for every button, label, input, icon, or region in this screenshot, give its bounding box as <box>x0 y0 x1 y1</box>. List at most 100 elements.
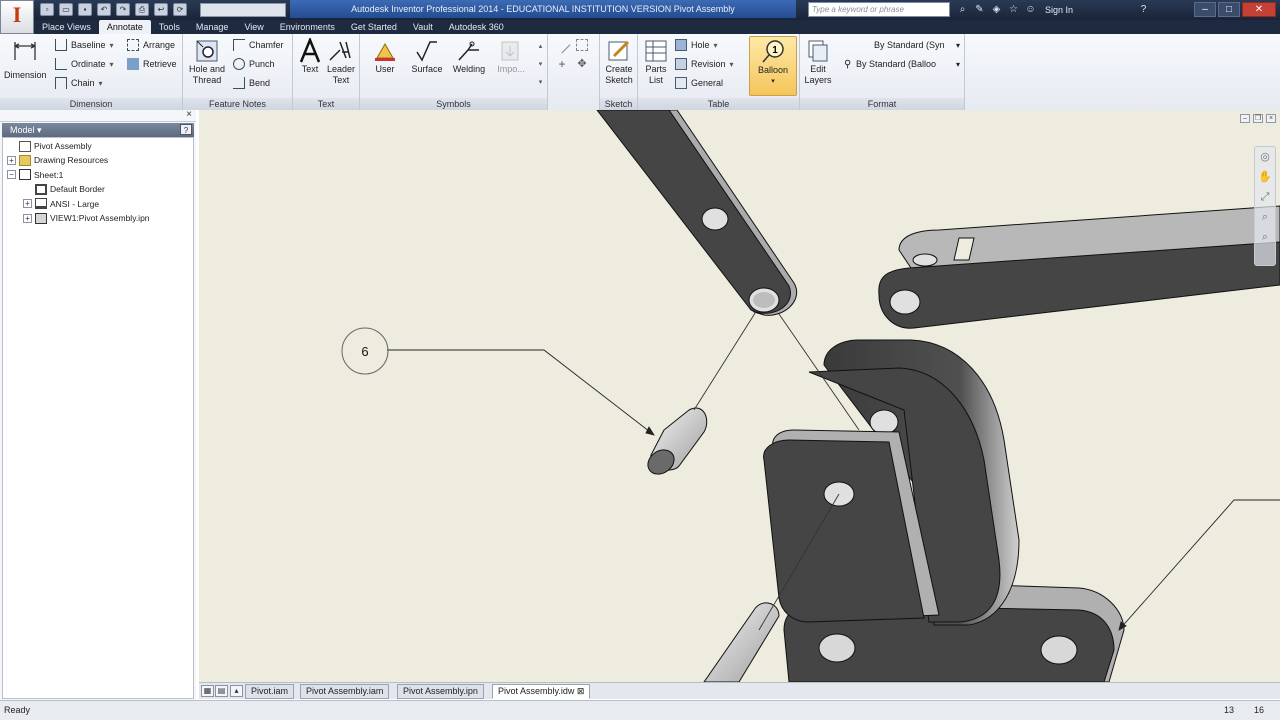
tree-item[interactable]: + Drawing Resources <box>7 153 108 167</box>
bend-button[interactable]: Bend <box>233 75 270 91</box>
undo-icon[interactable]: ↶ <box>97 3 111 16</box>
tree-item[interactable]: − Sheet:1 <box>7 168 63 182</box>
expand-toggle-icon[interactable]: − <box>7 170 16 180</box>
new-icon[interactable]: ▫ <box>40 3 54 16</box>
tree-item[interactable]: + ANSI - Large <box>23 197 99 211</box>
canvas-close-button[interactable]: × <box>1266 114 1276 123</box>
balloon-button[interactable]: 1 Balloon ▾ <box>749 36 797 96</box>
bend-label: Bend <box>249 78 271 88</box>
update-icon[interactable]: ⟳ <box>173 3 187 16</box>
close-tab-icon[interactable]: ⊠ <box>574 686 585 696</box>
tree-item[interactable]: + VIEW1:Pivot Assembly.ipn <box>23 211 150 225</box>
sign-in-link[interactable]: Sign In <box>1045 5 1073 15</box>
symbols-scroll[interactable]: ▴ ▾ ▾ <box>536 38 545 94</box>
tab-annotate[interactable]: Annotate <box>98 20 151 34</box>
help-icon[interactable]: ? <box>1137 3 1150 16</box>
tab-tools[interactable]: Tools <box>151 20 188 34</box>
surface-button[interactable]: Surface <box>406 36 448 94</box>
ordinate-button[interactable]: Ordinate ▾ <box>55 56 114 72</box>
item-balloon[interactable]: 6 <box>341 327 389 375</box>
document-tab[interactable]: Pivot Assembly.ipn <box>397 684 484 699</box>
hatch-tool[interactable] <box>576 37 592 53</box>
user-icon[interactable]: ☺ <box>1024 3 1037 16</box>
tab-manage[interactable]: Manage <box>188 20 237 34</box>
punch-button[interactable]: Punch <box>233 56 275 72</box>
subscription-icon[interactable]: ◈ <box>990 3 1003 16</box>
document-tab[interactable]: Pivot Assembly.idw ⊠ <box>492 684 591 699</box>
revision-table-button[interactable]: Revision ▾ <box>675 56 734 72</box>
tab-environments[interactable]: Environments <box>272 20 343 34</box>
style-combo[interactable]: By Standard (Syn ▾ <box>844 37 962 53</box>
maximize-button[interactable]: □ <box>1218 2 1240 17</box>
chain-button[interactable]: Chain ▾ <box>55 75 103 91</box>
move-tool[interactable]: ✥ <box>576 56 592 72</box>
edit-layers-icon <box>808 40 828 62</box>
drawing-canvas[interactable]: 6 – ❐ × ◎ ✋ ⤢ ⌕ ⌕ <box>199 110 1280 682</box>
close-icon[interactable]: × <box>186 109 192 120</box>
save-icon[interactable]: ▪ <box>78 3 92 16</box>
baseline-button[interactable]: Baseline ▾ <box>55 37 114 53</box>
star-icon[interactable]: ☆ <box>1007 3 1020 16</box>
expand-toggle-icon[interactable]: + <box>23 199 32 209</box>
dimension-button[interactable]: Dimension <box>4 36 47 94</box>
tab-view[interactable]: View <box>236 20 271 34</box>
return-icon[interactable]: ↩ <box>154 3 168 16</box>
binoculars-icon[interactable]: ⌕ <box>956 3 969 16</box>
minimize-button[interactable]: – <box>1194 2 1216 17</box>
text-button[interactable]: Text <box>295 36 325 94</box>
pan-icon[interactable]: ✋ <box>1255 167 1275 187</box>
tab-vault[interactable]: Vault <box>405 20 441 34</box>
leader-text-button[interactable]: Leader Text <box>323 36 359 94</box>
retrieve-button[interactable]: Retrieve <box>127 56 177 72</box>
chamfer-button[interactable]: Chamfer <box>233 37 284 53</box>
welding-button[interactable]: Welding <box>448 36 490 94</box>
import-button[interactable]: Impo... <box>490 36 532 94</box>
edit-layers-button[interactable]: Edit Layers <box>800 36 836 94</box>
tab-place-views[interactable]: Place Views <box>34 20 99 34</box>
search-input[interactable]: Type a keyword or phrase <box>808 2 950 17</box>
appearance-combo[interactable] <box>200 3 286 17</box>
tab-autodesk-360[interactable]: Autodesk 360 <box>441 20 512 34</box>
print-icon[interactable]: ⎙ <box>135 3 149 16</box>
canvas-minimize-button[interactable]: – <box>1240 114 1250 123</box>
canvas-restore-button[interactable]: ❐ <box>1253 114 1263 123</box>
document-tab[interactable]: Pivot.iam <box>245 684 295 699</box>
right-bar[interactable] <box>878 205 1280 329</box>
tab-get-started[interactable]: Get Started <box>343 20 405 34</box>
folder-icon <box>19 154 31 166</box>
expand-toggle-icon[interactable]: + <box>23 213 32 223</box>
pin-left[interactable] <box>643 407 708 479</box>
balloon-style-combo[interactable]: ⚲ By Standard (Balloo ▾ <box>844 56 962 72</box>
tile-icon[interactable]: ▦ <box>201 685 214 697</box>
help-icon[interactable]: ? <box>180 124 192 135</box>
redo-icon[interactable]: ↷ <box>116 3 130 16</box>
upper-link[interactable] <box>596 110 798 316</box>
zoom-icon[interactable]: ⌕ <box>1255 207 1275 227</box>
general-table-button[interactable]: General <box>675 75 723 91</box>
zoom-window-icon[interactable]: ⌕ <box>1255 227 1275 247</box>
browser-header-label: Model ▾ <box>10 125 42 135</box>
arrange-button[interactable]: Arrange <box>127 37 175 53</box>
tree-item[interactable]: Pivot Assembly <box>7 139 92 153</box>
open-icon[interactable]: ▭ <box>59 3 73 16</box>
tab-menu-icon[interactable]: ▴ <box>230 685 243 697</box>
tools-icon[interactable]: ✎ <box>973 3 986 16</box>
steering-wheel-icon[interactable]: ◎ <box>1255 147 1275 167</box>
hole-table-button[interactable]: Hole ▾ <box>675 37 718 53</box>
bent-bracket[interactable] <box>763 339 1020 626</box>
tree-item[interactable]: Default Border <box>23 182 105 196</box>
cascade-icon[interactable]: ▤ <box>215 685 228 697</box>
centermark-tool[interactable]: + <box>556 56 572 72</box>
close-button[interactable]: ✕ <box>1242 2 1276 17</box>
zoom-extents-icon[interactable]: ⤢ <box>1255 187 1275 207</box>
expand-toggle-icon[interactable]: + <box>7 155 16 165</box>
line-tool[interactable] <box>553 36 572 54</box>
create-sketch-button[interactable]: Create Sketch <box>600 36 638 94</box>
hole-thread-button[interactable]: Hole and Thread <box>186 36 228 94</box>
document-tab[interactable]: Pivot Assembly.iam <box>300 684 390 699</box>
app-menu-button[interactable]: I <box>0 0 34 34</box>
browser-header[interactable]: Model ▾? <box>2 123 194 137</box>
user-symbol-button[interactable]: User <box>364 36 406 94</box>
parts-list-button[interactable]: Parts List <box>638 36 674 94</box>
